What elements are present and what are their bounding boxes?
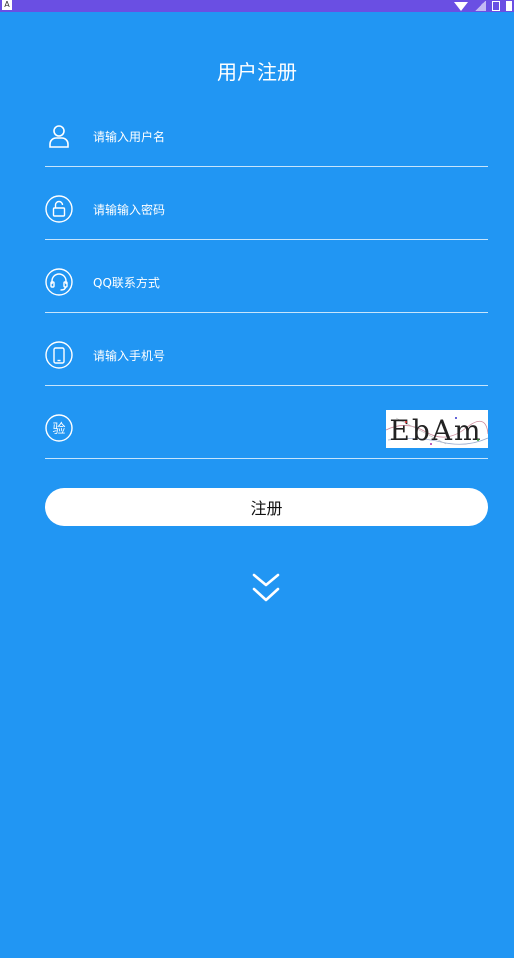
page-title: 用户注册 [217, 60, 297, 84]
captcha-image[interactable]: EbAm [386, 410, 488, 448]
register-button[interactable]: 注册 [45, 488, 488, 526]
signal-icon [474, 1, 486, 11]
captcha-icon: 验 [45, 414, 73, 442]
double-chevron-down-icon[interactable] [251, 572, 281, 604]
unlock-icon [45, 195, 73, 223]
status-extra-icon [506, 1, 512, 11]
password-input[interactable] [91, 197, 425, 223]
captcha-text: EbAm [389, 414, 482, 447]
phone-field-row [45, 341, 488, 386]
qq-input[interactable] [91, 270, 425, 296]
user-icon [45, 122, 73, 150]
username-input[interactable] [91, 124, 425, 150]
username-field-row [45, 122, 488, 167]
status-bar: A [0, 0, 514, 12]
captcha-icon-label: 验 [52, 421, 65, 437]
qq-field-row [45, 268, 488, 313]
headset-icon [45, 268, 73, 296]
phone-input[interactable] [91, 343, 425, 369]
wifi-icon [454, 1, 468, 11]
battery-icon [492, 1, 500, 11]
password-field-row [45, 195, 488, 240]
captcha-input[interactable] [91, 416, 425, 442]
phone-icon [45, 341, 73, 369]
status-icons [454, 0, 512, 12]
status-notification-icon: A [2, 0, 12, 10]
captcha-field-row: 验 EbAm [45, 410, 488, 459]
